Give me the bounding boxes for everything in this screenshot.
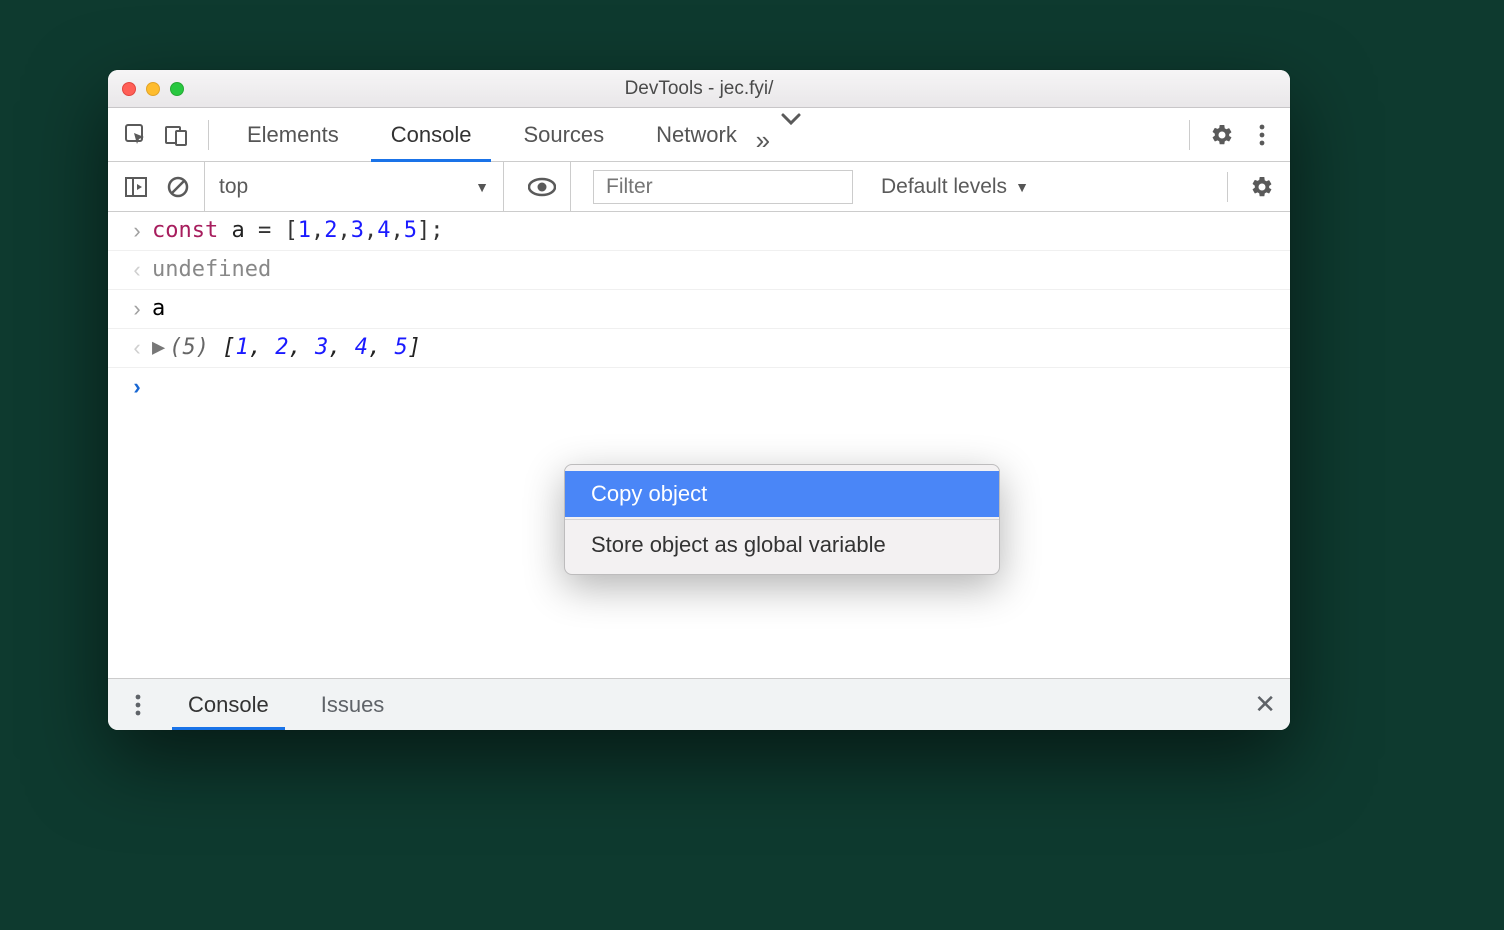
console-input-line: › a [108, 290, 1290, 329]
console-output-line: ‹ undefined [108, 251, 1290, 290]
code-text[interactable]: const a = [1,2,3,4,5]; [152, 218, 443, 243]
expand-triangle-icon[interactable]: ▶ [152, 335, 165, 360]
drawer-kebab-icon[interactable] [122, 689, 154, 721]
execution-context-selector[interactable]: top ▼ [204, 162, 504, 211]
console-output-line: ‹ ▶(5) [1, 2, 3, 4, 5] [108, 329, 1290, 368]
levels-label: Default levels [881, 175, 1007, 199]
inspect-element-icon[interactable] [120, 119, 152, 151]
drawer: Console Issues ✕ [108, 678, 1290, 730]
titlebar: DevTools - jec.fyi/ [108, 70, 1290, 108]
array-result[interactable]: ▶(5) [1, 2, 3, 4, 5] [152, 335, 421, 360]
filter-input[interactable] [593, 170, 853, 204]
code-text[interactable]: a [152, 296, 165, 321]
window-title: DevTools - jec.fyi/ [108, 78, 1290, 100]
output-chevron-icon: ‹ [122, 257, 152, 283]
dropdown-triangle-icon: ▼ [475, 179, 489, 195]
input-chevron-icon: › [122, 296, 152, 322]
divider [208, 120, 209, 150]
tab-sources[interactable]: Sources [501, 108, 626, 161]
console-toolbar: top ▼ Default levels ▼ [108, 162, 1290, 212]
prompt-chevron-icon: › [122, 374, 152, 400]
menu-separator [565, 519, 999, 520]
clear-console-icon[interactable] [162, 171, 194, 203]
console-input-line: › const a = [1,2,3,4,5]; [108, 212, 1290, 251]
live-expression-icon[interactable] [514, 162, 571, 211]
divider [1227, 172, 1228, 202]
device-toolbar-icon[interactable] [160, 119, 192, 151]
main-tab-row: Elements Console Sources Network » [108, 108, 1290, 162]
undefined-result[interactable]: undefined [152, 257, 271, 282]
menu-item-store-global[interactable]: Store object as global variable [565, 522, 999, 568]
devtools-window: DevTools - jec.fyi/ Elements Console Sou… [108, 70, 1290, 730]
drawer-tab-issues[interactable]: Issues [303, 679, 403, 730]
kebab-menu-icon[interactable] [1246, 119, 1278, 151]
tab-console[interactable]: Console [369, 108, 494, 161]
console-prompt-line[interactable]: › [108, 368, 1290, 406]
drawer-tab-console[interactable]: Console [170, 679, 287, 730]
output-chevron-icon: ‹ [122, 335, 152, 361]
log-levels-selector[interactable]: Default levels ▼ [881, 175, 1029, 199]
context-label: top [219, 175, 248, 199]
dropdown-triangle-icon: ▼ [1015, 179, 1029, 195]
more-tabs-button[interactable]: » [767, 109, 815, 160]
console-settings-icon[interactable] [1246, 171, 1278, 203]
divider [1189, 120, 1190, 150]
tab-network[interactable]: Network [634, 108, 759, 161]
context-menu: Copy object Store object as global varia… [564, 464, 1000, 575]
console-output: › const a = [1,2,3,4,5]; ‹ undefined › a… [108, 212, 1290, 678]
drawer-close-icon[interactable]: ✕ [1254, 689, 1276, 720]
menu-item-copy-object[interactable]: Copy object [565, 471, 999, 517]
settings-icon[interactable] [1206, 119, 1238, 151]
tab-elements[interactable]: Elements [225, 108, 361, 161]
sidebar-toggle-icon[interactable] [120, 171, 152, 203]
input-chevron-icon: › [122, 218, 152, 244]
